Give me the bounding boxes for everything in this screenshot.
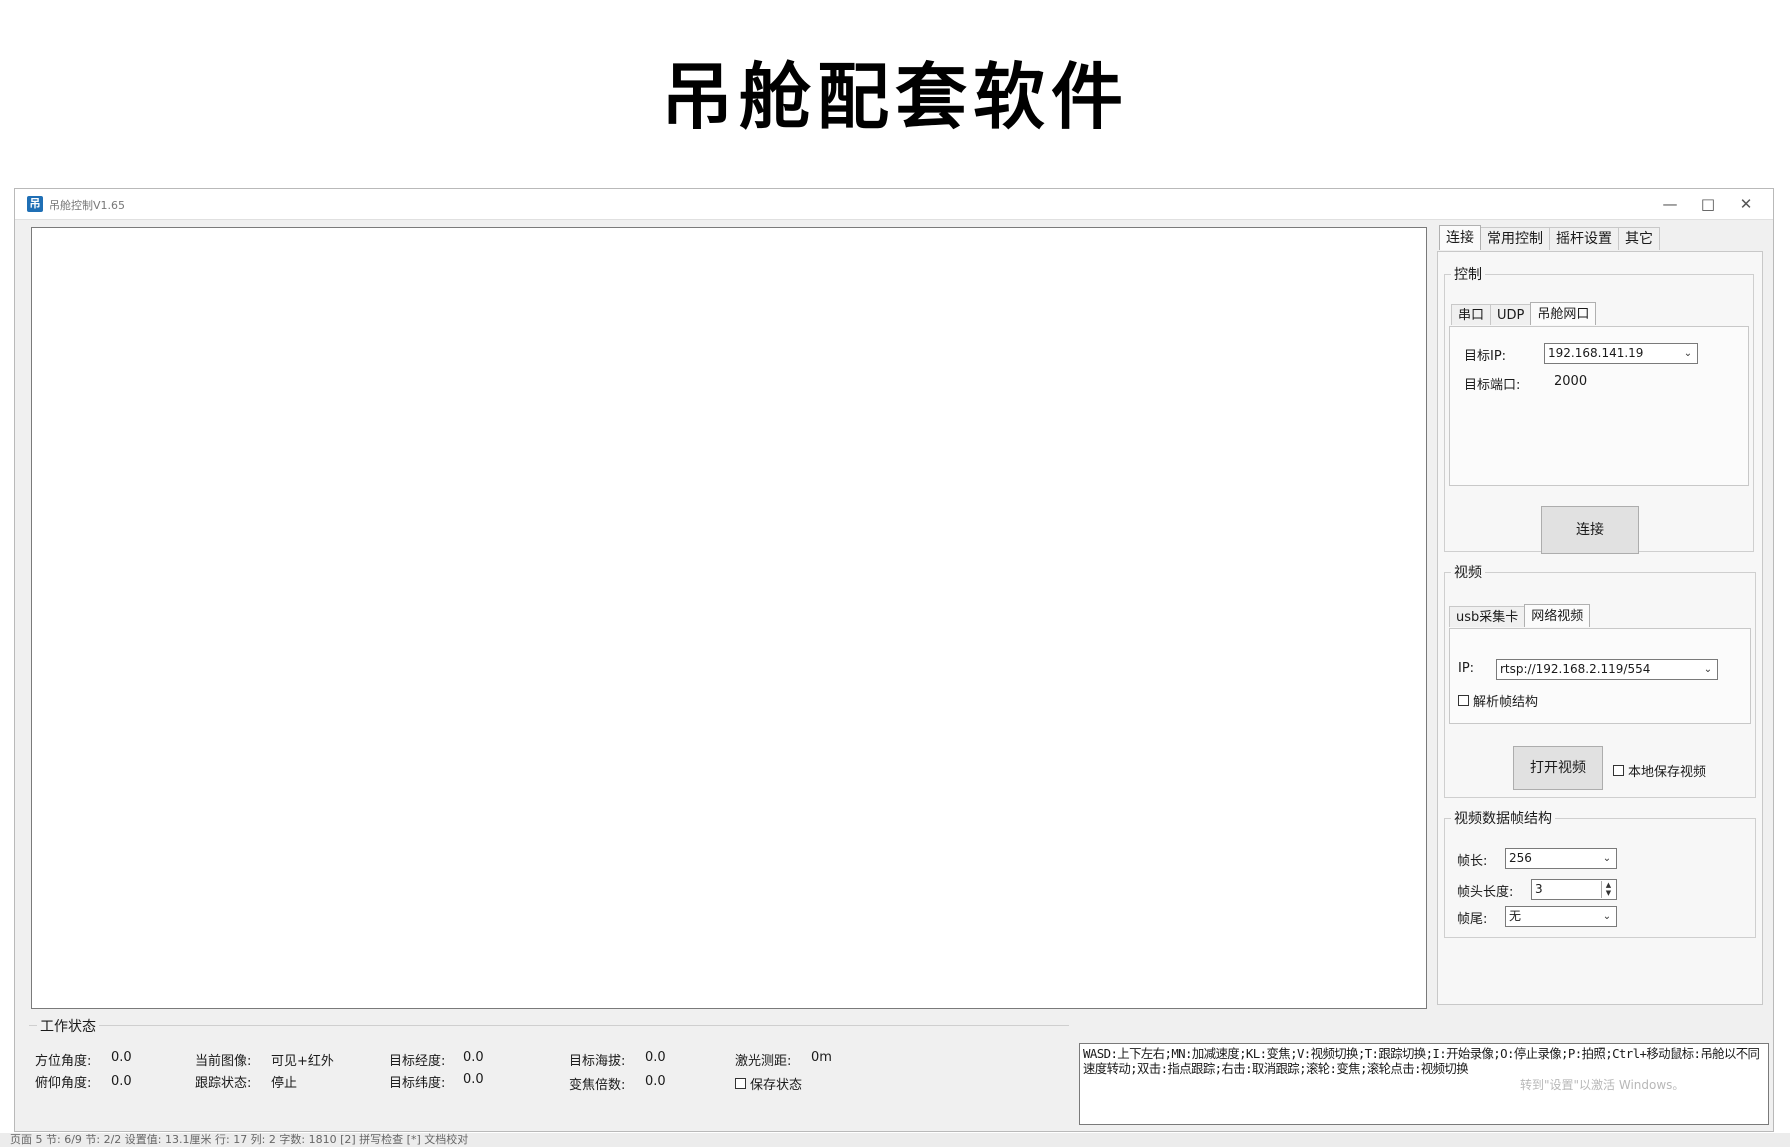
pitch-value: 0.0 — [111, 1074, 132, 1089]
control-subtabs: 串口 UDP 吊舱网口 — [1451, 302, 1597, 326]
save-state-checkbox[interactable]: 保存状态 — [735, 1074, 802, 1093]
pitch-label: 俯仰角度: — [35, 1076, 92, 1091]
connect-tab-page: 控制 串口 UDP 吊舱网口 目标IP: 192.168.141.19 ⌄ 目标… — [1437, 251, 1763, 1005]
video-group-legend: 视频 — [1454, 565, 1482, 581]
tab-common-control[interactable]: 常用控制 — [1480, 227, 1550, 250]
connect-button[interactable]: 连接 — [1541, 506, 1639, 554]
laser-range-label: 激光测距: — [735, 1054, 792, 1069]
ip-label: IP: — [1458, 661, 1475, 676]
subtab-serial[interactable]: 串口 — [1451, 304, 1492, 325]
local-save-video-checkbox[interactable]: 本地保存视频 — [1613, 761, 1706, 780]
app-window: 吊 吊舱控制V1.65 — □ ✕ 连接 常用控制 摇杆设置 其它 控制 串口 … — [14, 188, 1774, 1132]
zoom-factor-label: 变焦倍数: — [569, 1078, 626, 1093]
current-image-value: 可见+红外 — [271, 1054, 334, 1069]
parse-frame-checkbox[interactable]: 解析帧结构 — [1458, 691, 1538, 710]
windows-activation-watermark: 转到"设置"以激活 Windows。 — [1520, 1078, 1685, 1092]
track-state-value: 停止 — [271, 1076, 298, 1091]
video-group: 视频 usb采集卡 网络视频 IP: rtsp://192.168.2.119/… — [1444, 562, 1756, 798]
subtab-udp[interactable]: UDP — [1490, 304, 1532, 325]
header-length-value: 3 — [1535, 882, 1543, 896]
close-button[interactable]: ✕ — [1729, 193, 1763, 215]
checkbox-icon — [1613, 765, 1624, 776]
frame-structure-group: 视频数据帧结构 帧长: 256 ⌄ 帧头长度: 3 ▲ ▼ 帧尾: 无 ⌄ — [1444, 808, 1756, 938]
tab-joystick-settings[interactable]: 摇杆设置 — [1549, 227, 1619, 250]
tab-other[interactable]: 其它 — [1618, 227, 1660, 250]
target-ip-value: 192.168.141.19 — [1548, 346, 1644, 360]
chevron-down-icon: ⌄ — [1703, 664, 1713, 675]
frame-tail-combo[interactable]: 无 ⌄ — [1505, 906, 1617, 927]
current-image-label: 当前图像: — [195, 1054, 252, 1069]
window-title: 吊舱控制V1.65 — [49, 199, 126, 212]
work-status-title: 工作状态 — [37, 1016, 99, 1036]
title-bar: 吊 吊舱控制V1.65 — □ ✕ — [15, 189, 1773, 220]
pod-network-page: 目标IP: 192.168.141.19 ⌄ 目标端口: 2000 — [1449, 326, 1749, 486]
azimuth-value: 0.0 — [111, 1050, 132, 1065]
checkbox-icon — [735, 1078, 746, 1089]
maximize-button[interactable]: □ — [1691, 193, 1725, 215]
target-ip-combo[interactable]: 192.168.141.19 ⌄ — [1544, 343, 1698, 364]
work-status-group: 工作状态 方位角度: 0.0 俯仰角度: 0.0 当前图像: 可见+红外 跟踪状… — [29, 1016, 1069, 1123]
document-title: 吊舱配套软件 — [660, 54, 1129, 139]
zoom-factor-value: 0.0 — [645, 1074, 666, 1089]
spinner-arrows-icon[interactable]: ▲ ▼ — [1601, 881, 1615, 898]
right-panel: 连接 常用控制 摇杆设置 其它 控制 串口 UDP 吊舱网口 目标IP: 192… — [1433, 225, 1767, 1009]
frame-tail-label: 帧尾: — [1457, 912, 1488, 927]
subtab-pod-network[interactable]: 吊舱网口 — [1530, 302, 1597, 325]
chevron-down-icon: ⌄ — [1602, 911, 1612, 922]
main-tabs: 连接 常用控制 摇杆设置 其它 — [1439, 225, 1660, 251]
subtab-network-video[interactable]: 网络视频 — [1524, 604, 1591, 627]
document-status-strip: 页面 5 节: 6/9 节: 2/2 设置值: 13.1厘米 行: 17 列: … — [0, 1133, 1790, 1147]
video-display[interactable] — [31, 227, 1427, 1009]
subtab-usb-capture[interactable]: usb采集卡 — [1449, 606, 1526, 627]
target-port-label: 目标端口: — [1464, 378, 1521, 393]
target-ip-label: 目标IP: — [1464, 349, 1507, 364]
target-longitude-label: 目标经度: — [389, 1054, 446, 1069]
header-length-label: 帧头长度: — [1457, 885, 1514, 900]
header-length-spinner[interactable]: 3 ▲ ▼ — [1531, 879, 1617, 900]
video-ip-value: rtsp://192.168.2.119/554 — [1500, 662, 1651, 676]
network-video-page: IP: rtsp://192.168.2.119/554 ⌄ 解析帧结构 — [1449, 628, 1751, 724]
frame-length-label: 帧长: — [1457, 854, 1488, 869]
target-port-value: 2000 — [1554, 374, 1588, 389]
chevron-down-icon: ⌄ — [1602, 853, 1612, 864]
video-ip-combo[interactable]: rtsp://192.168.2.119/554 ⌄ — [1496, 659, 1718, 680]
frame-length-combo[interactable]: 256 ⌄ — [1505, 848, 1617, 869]
target-longitude-value: 0.0 — [463, 1050, 484, 1065]
track-state-label: 跟踪状态: — [195, 1076, 252, 1091]
local-save-video-label: 本地保存视频 — [1628, 765, 1707, 780]
azimuth-label: 方位角度: — [35, 1054, 92, 1069]
open-video-button[interactable]: 打开视频 — [1513, 746, 1603, 790]
target-altitude-label: 目标海拔: — [569, 1054, 626, 1069]
target-latitude-value: 0.0 — [463, 1072, 484, 1087]
target-altitude-value: 0.0 — [645, 1050, 666, 1065]
frame-tail-value: 无 — [1509, 909, 1522, 923]
laser-range-value: 0m — [811, 1050, 832, 1065]
chevron-down-icon: ⌄ — [1683, 348, 1693, 359]
frame-structure-legend: 视频数据帧结构 — [1454, 811, 1552, 827]
tab-connect[interactable]: 连接 — [1439, 225, 1481, 250]
control-group: 控制 串口 UDP 吊舱网口 目标IP: 192.168.141.19 ⌄ 目标… — [1444, 264, 1754, 554]
minimize-button[interactable]: — — [1653, 193, 1687, 215]
checkbox-icon — [1458, 695, 1469, 706]
save-state-label: 保存状态 — [750, 1078, 803, 1093]
parse-frame-label: 解析帧结构 — [1473, 695, 1539, 710]
target-latitude-label: 目标纬度: — [389, 1076, 446, 1091]
app-icon: 吊 — [27, 196, 43, 212]
frame-length-value: 256 — [1509, 851, 1532, 865]
control-group-legend: 控制 — [1454, 267, 1482, 283]
video-subtabs: usb采集卡 网络视频 — [1449, 604, 1591, 628]
